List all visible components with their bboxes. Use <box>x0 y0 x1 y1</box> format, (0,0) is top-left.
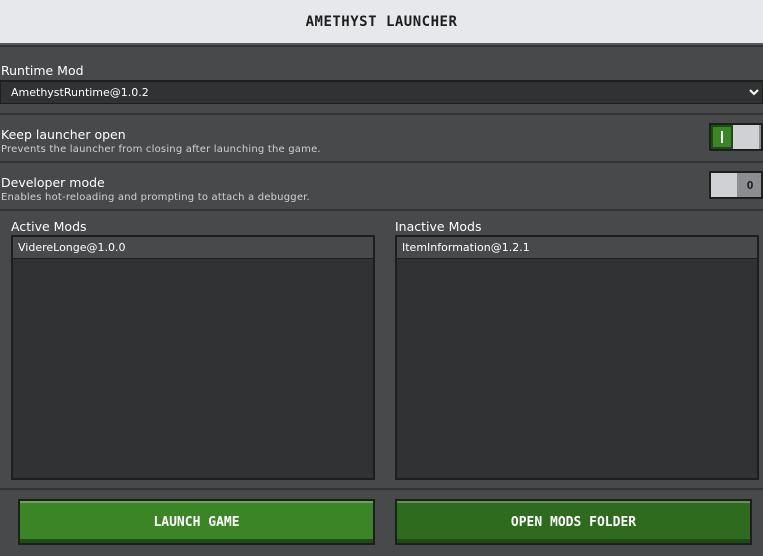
keep-launcher-open-toggle[interactable] <box>709 123 763 151</box>
launcher-panel: Runtime Mod AmethystRuntime@1.0.2 Keep l… <box>0 47 763 556</box>
active-mods-title: Active Mods <box>11 219 87 234</box>
toggle-knob <box>711 173 739 197</box>
toggle-knob <box>733 125 761 149</box>
setting-description: Enables hot-reloading and prompting to a… <box>1 192 310 203</box>
setting-label: Developer mode <box>1 175 105 190</box>
list-item[interactable]: ItemInformation@1.2.1 <box>397 237 757 259</box>
setting-developer-mode: Developer mode Enables hot-reloading and… <box>1 172 310 203</box>
launch-game-button[interactable]: LAUNCH GAME <box>18 499 375 545</box>
divider <box>0 488 763 490</box>
divider <box>0 113 763 115</box>
inactive-mods-list[interactable]: ItemInformation@1.2.1 <box>395 235 759 480</box>
divider <box>0 161 763 163</box>
toggle-off-indicator: O <box>739 173 761 197</box>
divider <box>0 209 763 211</box>
toggle-on-indicator <box>711 125 733 149</box>
runtime-mod-label: Runtime Mod <box>1 63 84 78</box>
setting-description: Prevents the launcher from closing after… <box>1 144 321 155</box>
list-item[interactable]: VidereLonge@1.0.0 <box>13 237 373 259</box>
developer-mode-toggle[interactable]: O <box>709 171 763 199</box>
open-mods-folder-button[interactable]: OPEN MODS FOLDER <box>395 499 752 545</box>
setting-label: Keep launcher open <box>1 127 126 142</box>
setting-keep-launcher-open: Keep launcher open Prevents the launcher… <box>1 124 321 155</box>
app-title: AMETHYST LAUNCHER <box>305 13 458 30</box>
runtime-mod-select[interactable]: AmethystRuntime@1.0.2 <box>0 80 763 104</box>
title-bar: AMETHYST LAUNCHER <box>0 0 763 45</box>
inactive-mods-title: Inactive Mods <box>395 219 482 234</box>
runtime-mod-value: AmethystRuntime@1.0.2 <box>11 86 149 99</box>
chevron-down-icon <box>749 89 759 96</box>
active-mods-list[interactable]: VidereLonge@1.0.0 <box>11 235 375 480</box>
